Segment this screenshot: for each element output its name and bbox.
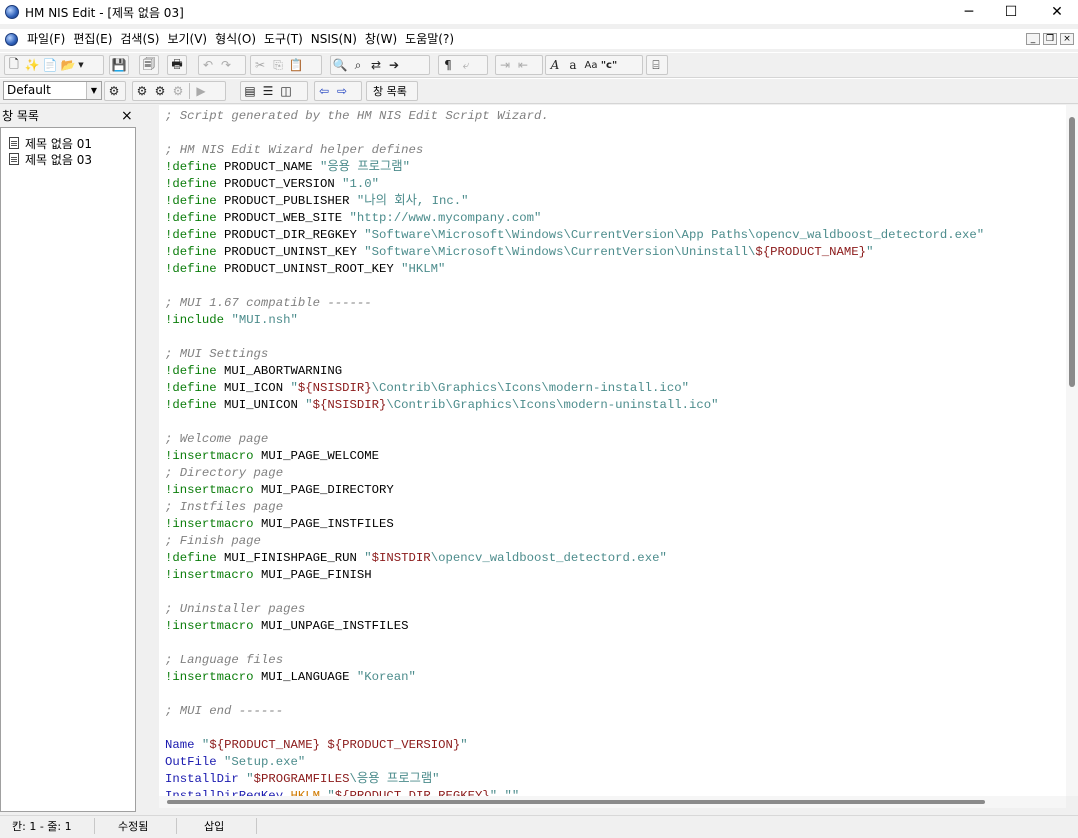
find-next-icon[interactable]: ⌕ (349, 56, 367, 74)
code-editor[interactable]: ; Script generated by the HM NIS Edit Sc… (159, 105, 1066, 796)
comment-block-icon[interactable]: ⌸ (647, 56, 665, 74)
window-list-button[interactable]: 창 목록 (366, 81, 418, 101)
vertical-scrollbar[interactable] (1066, 105, 1078, 796)
menu-edit[interactable]: 편집(E) (70, 29, 117, 49)
app-icon (5, 5, 19, 19)
menu-help[interactable]: 도움말(?) (402, 29, 459, 49)
tile-vertical-icon[interactable]: ◫ (277, 82, 295, 100)
list-item-label: 제목 없음 03 (25, 152, 93, 167)
menu-tools[interactable]: 도구(T) (261, 29, 308, 49)
stop-compile-icon[interactable]: ⚙ (169, 82, 187, 100)
replace-icon[interactable]: ⇄ (367, 56, 385, 74)
save-all-icon[interactable]: 🗐 (140, 56, 158, 74)
cursor-position: 칸: 1 - 줄: 1 (12, 820, 72, 833)
list-item-label: 제목 없음 01 (25, 136, 93, 151)
window-list-panel-title: 창 목록 (2, 109, 39, 123)
run-icon[interactable]: ▶ (192, 82, 210, 100)
list-item[interactable]: 제목 없음 03 (9, 151, 92, 167)
document-icon (9, 137, 19, 149)
list-item[interactable]: 제목 없음 01 (9, 135, 92, 151)
menu-window[interactable]: 창(W) (362, 29, 402, 49)
maximize-button[interactable]: ☐ (988, 0, 1034, 24)
settings-icon[interactable]: ⚙ (105, 82, 123, 100)
editor-gutter (159, 105, 162, 796)
menu-view[interactable]: 보기(V) (164, 29, 212, 49)
config-combo[interactable]: Default ▼ (3, 81, 102, 100)
next-window-icon[interactable]: ⇨ (333, 82, 351, 100)
indent-icon[interactable]: ⇥ (496, 56, 514, 74)
editor-content: ; Script generated by the HM NIS Edit Sc… (165, 109, 985, 796)
paste-icon[interactable]: 📋 (287, 56, 305, 74)
cascade-icon[interactable]: ▤ (241, 82, 259, 100)
config-combo-value: Default (7, 83, 51, 97)
compile-run-icon[interactable]: ⚙ (151, 82, 169, 100)
font-icon[interactable]: A (546, 56, 564, 74)
vertical-scroll-thumb[interactable] (1069, 117, 1075, 387)
previous-window-icon[interactable]: ⇦ (315, 82, 333, 100)
new-file-icon[interactable]: 🗋 (5, 56, 23, 74)
tile-horizontal-icon[interactable]: ☰ (259, 82, 277, 100)
redo-icon[interactable]: ↷ (217, 56, 235, 74)
mdi-minimize-button[interactable]: _ (1026, 33, 1040, 45)
save-icon[interactable]: 💾 (110, 56, 128, 74)
open-folder-icon[interactable]: 📂 (59, 56, 77, 74)
menu-search[interactable]: 검색(S) (117, 29, 164, 49)
case-toggle-icon[interactable]: Aa (582, 56, 600, 74)
goto-line-icon[interactable]: ➔ (385, 56, 403, 74)
status-bar: 칸: 1 - 줄: 1 수정됨 삽입 (0, 815, 1078, 834)
minimize-button[interactable]: ─ (946, 0, 992, 24)
menu-format[interactable]: 형식(O) (212, 29, 261, 49)
find-icon[interactable]: 🔍 (331, 56, 349, 74)
print-icon[interactable]: 🖶 (168, 56, 186, 74)
lowercase-icon[interactable]: a (564, 56, 582, 74)
insert-mode-status: 삽입 (204, 820, 225, 833)
menu-bar: 파일(F) 편집(E) 검색(S) 보기(V) 형식(O) 도구(T) NSIS… (0, 29, 1078, 49)
main-toolbar: 🗋 ✨ 📄 📂 ▼ 💾 🗐 🖶 ↶ ↷ ✂ ⎘ 📋 🔍 ⌕ ⇄ ➔ ¶ ⤶ ⇥ … (0, 52, 1078, 78)
quote-icon[interactable]: "c" (600, 56, 618, 74)
title-bar: HM NIS Edit - [제목 없음 03] ─ ☐ ✕ (0, 0, 1078, 24)
panel-splitter[interactable] (139, 104, 159, 814)
window-list-panel: 제목 없음 01 제목 없음 03 (0, 127, 136, 812)
horizontal-scroll-thumb[interactable] (167, 800, 985, 804)
compile-icon[interactable]: ⚙ (133, 82, 151, 100)
menu-nsis[interactable]: NSIS(N) (308, 29, 362, 49)
undo-icon[interactable]: ↶ (199, 56, 217, 74)
close-button[interactable]: ✕ (1034, 0, 1078, 24)
modified-status: 수정됨 (118, 820, 149, 833)
mdi-restore-button[interactable]: ❐ (1043, 33, 1057, 45)
menu-file[interactable]: 파일(F) (24, 29, 70, 49)
word-wrap-icon[interactable]: ⤶ (457, 56, 475, 74)
show-special-chars-icon[interactable]: ¶ (439, 56, 457, 74)
window-title: HM NIS Edit - [제목 없음 03] (25, 5, 184, 20)
window-list-panel-header: 창 목록 × (0, 106, 138, 126)
cut-icon[interactable]: ✂ (251, 56, 269, 74)
wizard-icon[interactable]: ✨ (23, 56, 41, 74)
chevron-down-icon[interactable]: ▼ (86, 82, 101, 99)
document-system-menu-icon[interactable] (5, 32, 18, 46)
template-icon[interactable]: 📄 (41, 56, 59, 74)
panel-close-icon[interactable]: × (121, 106, 133, 126)
copy-icon[interactable]: ⎘ (269, 56, 287, 74)
horizontal-scrollbar[interactable] (159, 796, 1066, 808)
document-icon (9, 153, 19, 165)
mdi-close-button[interactable]: × (1060, 33, 1074, 45)
outdent-icon[interactable]: ⇤ (514, 56, 532, 74)
open-dropdown-icon[interactable]: ▼ (77, 56, 85, 74)
